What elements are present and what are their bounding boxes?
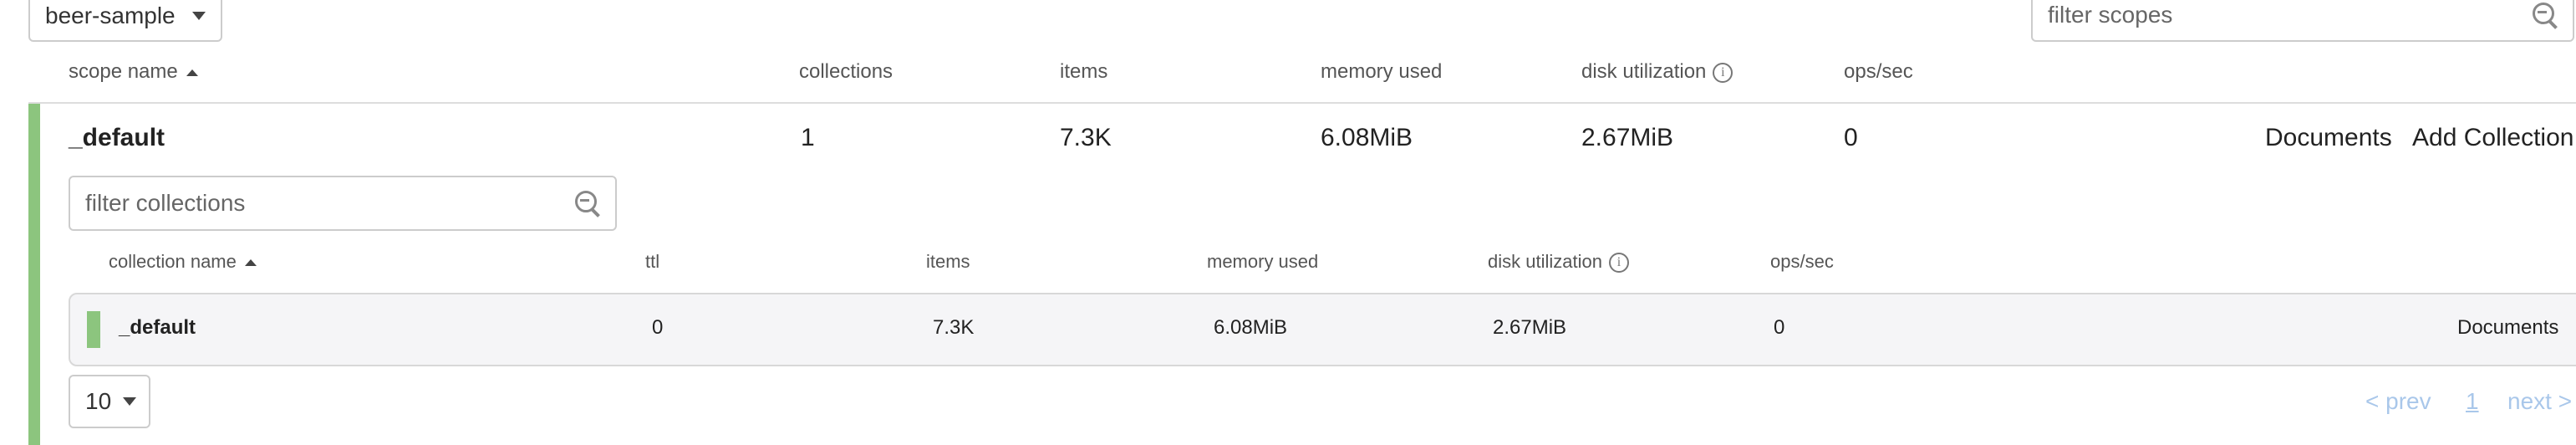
scope-status-bar bbox=[28, 104, 40, 445]
header-scope-name[interactable]: scope name bbox=[69, 60, 198, 84]
header-memory-used: memory used bbox=[1321, 60, 1443, 83]
sort-ascending-icon bbox=[186, 69, 198, 76]
add-collection-link[interactable]: Add Collection bbox=[2412, 124, 2573, 152]
info-icon[interactable]: i bbox=[1608, 253, 1629, 274]
scope-collections: 1 bbox=[801, 124, 815, 151]
filter-collections-field bbox=[69, 176, 617, 231]
page-size-value: 10 bbox=[85, 388, 112, 414]
scope-items: 7.3K bbox=[1060, 124, 1112, 151]
header-collection-memory-used: memory used bbox=[1207, 251, 1319, 272]
header-collection-disk-utilization: disk utilization i bbox=[1488, 251, 1629, 274]
collection-items: 7.3K bbox=[933, 316, 975, 339]
header-collection-disk-utilization-label: disk utilization bbox=[1488, 251, 1602, 272]
next-page-link[interactable]: next > bbox=[2507, 388, 2576, 415]
header-ops-sec: ops/sec bbox=[1844, 60, 1913, 83]
header-collection-ops-sec: ops/sec bbox=[1770, 251, 1834, 272]
collection-name[interactable]: _default bbox=[119, 316, 196, 340]
header-ttl: ttl bbox=[645, 251, 660, 272]
scope-ops-sec: 0 bbox=[1844, 124, 1858, 151]
info-icon[interactable]: i bbox=[1713, 62, 1733, 83]
filter-collections-input[interactable] bbox=[84, 189, 573, 217]
sort-ascending-icon bbox=[244, 259, 257, 267]
collection-ttl: 0 bbox=[652, 316, 664, 339]
header-disk-utilization: disk utilization i bbox=[1581, 60, 1733, 84]
scope-documents-link[interactable]: Documents bbox=[2265, 124, 2392, 152]
header-divider bbox=[28, 102, 2576, 104]
header-disk-utilization-label: disk utilization bbox=[1581, 60, 1707, 83]
scope-name[interactable]: _default bbox=[69, 124, 165, 152]
collection-disk-utilization: 2.67MiB bbox=[1493, 316, 1567, 339]
bucket-select[interactable]: beer-sample bbox=[28, 0, 222, 42]
header-collection-items: items bbox=[926, 251, 970, 272]
collection-ops-sec: 0 bbox=[1774, 316, 1785, 339]
page-number-link[interactable]: 1 bbox=[2466, 388, 2479, 415]
collection-status-bar bbox=[87, 311, 100, 348]
filter-scopes-input[interactable] bbox=[2046, 1, 2531, 29]
collection-documents-link[interactable]: Documents bbox=[2457, 316, 2558, 340]
prev-page-link[interactable]: < prev bbox=[2365, 388, 2431, 415]
bucket-select-value: beer-sample bbox=[45, 3, 176, 28]
header-items: items bbox=[1060, 60, 1108, 83]
collection-row[interactable] bbox=[69, 293, 2576, 366]
search-icon bbox=[2531, 1, 2559, 29]
header-scope-name-label: scope name bbox=[69, 60, 178, 83]
header-collection-name-label: collection name bbox=[109, 251, 237, 272]
scope-memory-used: 6.08MiB bbox=[1321, 124, 1413, 151]
chevron-down-icon bbox=[123, 397, 137, 406]
chevron-down-icon bbox=[191, 12, 206, 20]
filter-scopes-field bbox=[2031, 0, 2574, 42]
scope-disk-utilization: 2.67MiB bbox=[1581, 124, 1674, 151]
collection-memory-used: 6.08MiB bbox=[1214, 316, 1288, 339]
header-collections: collections bbox=[799, 60, 893, 83]
header-collection-name[interactable]: collection name bbox=[109, 251, 257, 273]
search-icon bbox=[573, 189, 602, 217]
page-size-select[interactable]: 10 bbox=[69, 375, 150, 428]
